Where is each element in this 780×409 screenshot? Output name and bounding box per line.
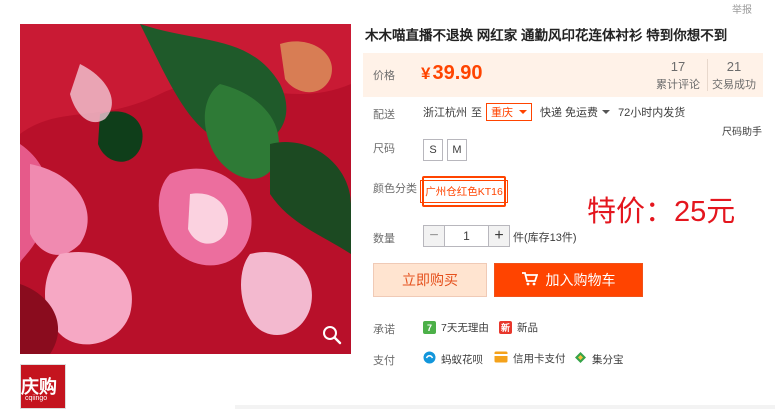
seven-day-return-tag[interactable]: 7 7天无理由 xyxy=(423,320,489,335)
huabei-icon xyxy=(423,351,436,367)
quantity-decrease-button[interactable]: − xyxy=(423,225,445,247)
color-option-text: 广州仓红色KT16 xyxy=(420,180,508,203)
price-value: ¥39.90 xyxy=(421,62,483,85)
shipping-label: 配送 xyxy=(373,109,395,121)
seven-day-icon: 7 xyxy=(423,321,436,334)
cart-icon xyxy=(521,271,538,289)
price-amount: 39.90 xyxy=(432,62,483,84)
promise-label: 承诺 xyxy=(373,324,395,336)
jifenbao-icon xyxy=(574,351,587,367)
sales-count-value: 21 xyxy=(726,59,742,74)
size-helper-link[interactable]: 尺码助手 xyxy=(722,123,762,138)
new-product-tag[interactable]: 新 新品 xyxy=(499,320,538,335)
shipping-method[interactable]: 快递 免运费 xyxy=(540,104,598,120)
add-to-cart-button[interactable]: 加入购物车 xyxy=(494,263,643,297)
new-product-icon: 新 xyxy=(499,321,512,334)
quantity-increase-button[interactable]: + xyxy=(488,225,510,247)
chevron-down-icon xyxy=(519,110,527,114)
new-product-text: 新品 xyxy=(517,322,538,334)
price-label: 价格 xyxy=(373,70,395,82)
buy-now-button[interactable]: 立即购买 xyxy=(373,263,487,297)
size-option-s[interactable]: S xyxy=(423,139,443,161)
quantity-input[interactable]: 1 xyxy=(445,225,488,247)
floral-fabric-image xyxy=(20,24,351,354)
sales-count-label: 交易成功 xyxy=(712,79,756,91)
dispatch-time: 72小时内发货 xyxy=(618,107,686,119)
price-panel: 价格 ¥39.90 17 累计评论 21 交易成功 xyxy=(363,53,763,97)
shipping-row: 浙江杭州 至 重庆 快递 免运费 72小时内发货 xyxy=(423,103,685,121)
jifenbao-payment[interactable]: 集分宝 xyxy=(574,351,624,367)
product-title: 木木喵直播不退换 网红家 通勤风印花连体衬衫 特到你想不到 xyxy=(365,28,728,43)
sales-count[interactable]: 21 交易成功 xyxy=(705,59,763,92)
destination-city: 重庆 xyxy=(491,107,513,119)
ship-from: 浙江杭州 xyxy=(423,107,467,119)
size-label: 尺码 xyxy=(373,143,395,155)
main-product-image xyxy=(20,24,351,354)
zoom-icon[interactable] xyxy=(321,324,343,346)
product-thumbnail[interactable]: 庆购 cqiingo xyxy=(20,364,66,409)
seven-day-text: 7天无理由 xyxy=(441,322,489,334)
promo-annotation: 特价：25元 xyxy=(587,196,736,228)
add-to-cart-label: 加入购物车 xyxy=(545,272,616,288)
bottom-divider xyxy=(235,405,775,409)
credit-card-text: 信用卡支付 xyxy=(513,353,566,365)
size-option-m[interactable]: M xyxy=(447,139,467,161)
thumbnail-watermark-sub: cqiingo xyxy=(25,395,48,402)
payment-label: 支付 xyxy=(373,355,395,367)
report-link[interactable]: 举报 xyxy=(732,1,752,16)
ship-to-word: 至 xyxy=(471,107,482,119)
color-label: 颜色分类 xyxy=(373,183,417,195)
quantity-label: 数量 xyxy=(373,233,395,245)
review-count-label: 累计评论 xyxy=(656,79,700,91)
credit-card-icon xyxy=(494,351,508,366)
credit-card-payment[interactable]: 信用卡支付 xyxy=(494,351,566,366)
review-count[interactable]: 17 累计评论 xyxy=(649,59,707,92)
destination-city-select[interactable]: 重庆 xyxy=(486,103,532,121)
jifenbao-text: 集分宝 xyxy=(592,353,624,366)
chevron-down-icon[interactable] xyxy=(602,110,611,114)
huabei-payment[interactable]: 蚂蚁花呗 xyxy=(423,351,483,367)
huabei-text: 蚂蚁花呗 xyxy=(441,353,483,366)
currency-symbol: ¥ xyxy=(421,64,431,83)
color-option-selected[interactable]: 广州仓红色KT16 xyxy=(420,176,508,207)
review-count-value: 17 xyxy=(670,59,686,74)
stock-info: 件(库存13件) xyxy=(513,232,577,244)
